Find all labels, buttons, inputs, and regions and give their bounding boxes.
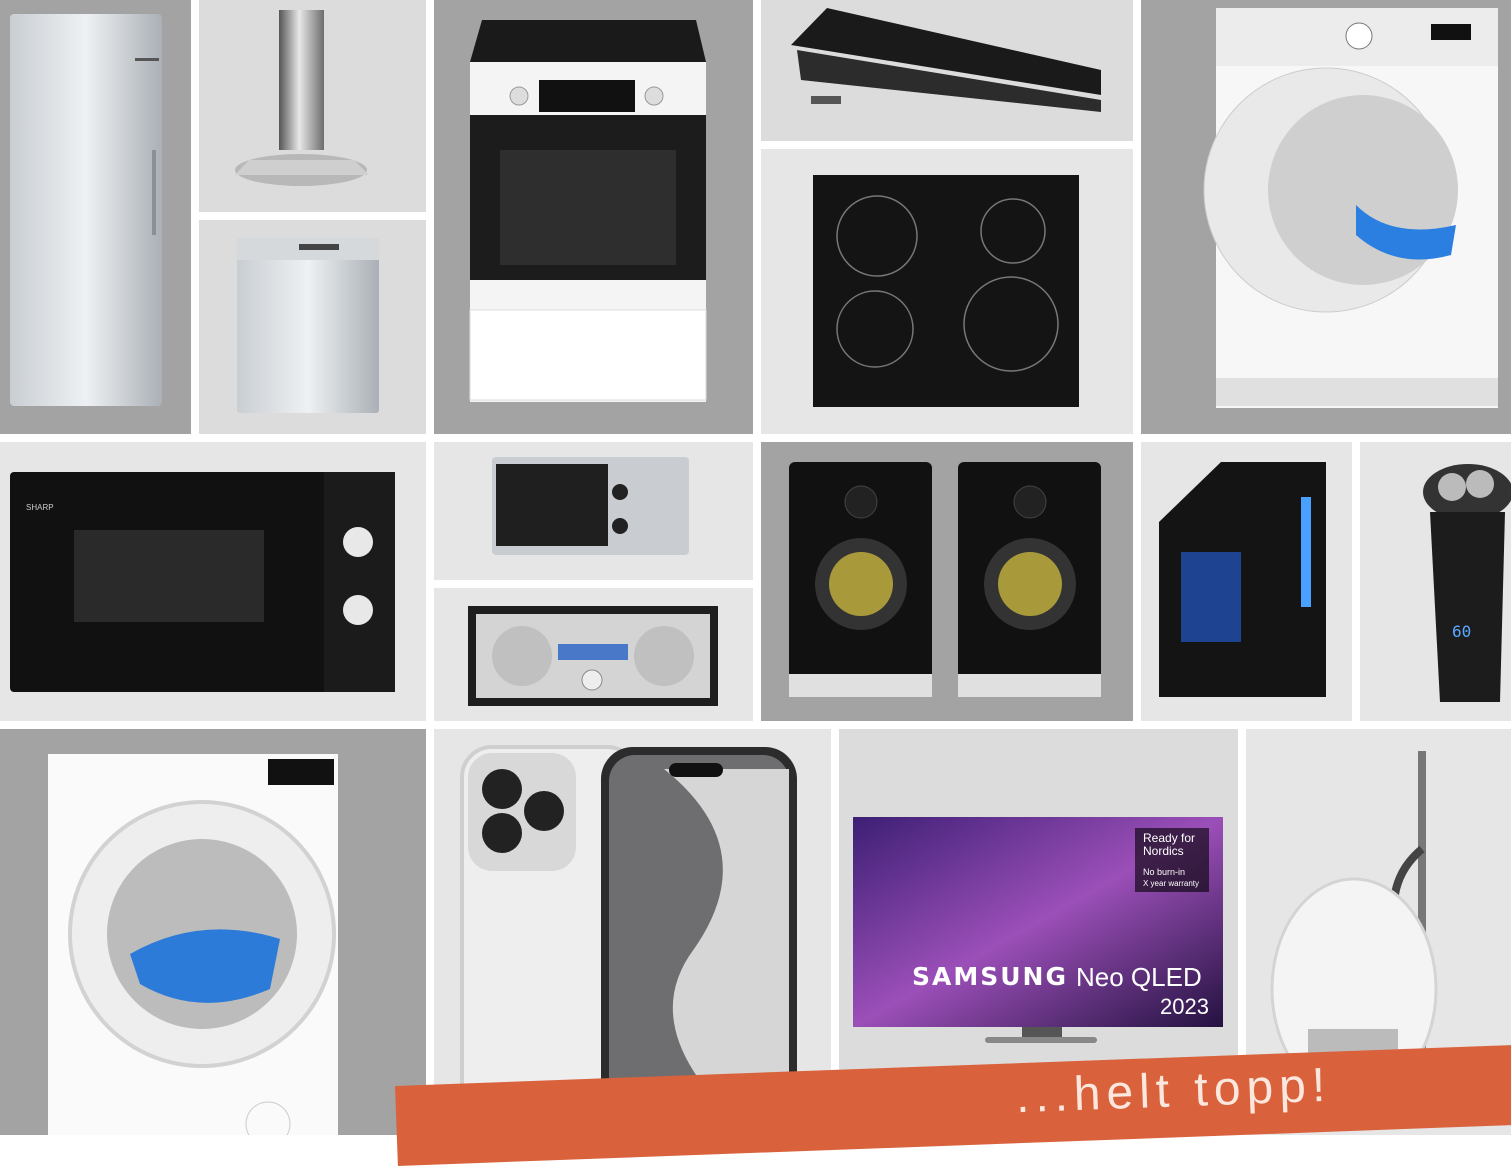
radio-image (468, 606, 718, 706)
speakers-image (789, 462, 1101, 697)
shaver-tile (1360, 442, 1511, 721)
cooker-image (469, 20, 707, 402)
microwave-large-tile: SHARP (0, 442, 426, 721)
tv-year-text: 2023 (1160, 994, 1209, 1019)
microwave-small-image (492, 457, 689, 555)
dishwasher-image (237, 238, 379, 413)
tv-badge-line-2: Nordics (1143, 844, 1184, 858)
washing-machine-tile (0, 729, 426, 1135)
tv-brand-text: SAMSUNG (912, 962, 1068, 991)
microwave-large-image: SHARP (10, 472, 395, 692)
tv-badge-line-4: X year warranty (1143, 879, 1200, 888)
shaver-image (1423, 464, 1511, 702)
cooker-tile (434, 0, 753, 434)
fridge-tile (0, 0, 191, 434)
tv-badge: Ready for Nordics No burn-in X year warr… (1135, 828, 1209, 892)
svg-text:SHARP: SHARP (26, 503, 54, 512)
shaver-display: 60 (1452, 622, 1472, 641)
promo-banner-text: ...helt topp! (1014, 1058, 1333, 1124)
radio-tile (434, 588, 753, 721)
induction-hob-tile (761, 149, 1133, 434)
dryer-image (1203, 8, 1498, 408)
gaming-pc-tile (1141, 442, 1352, 721)
speakers-tile (761, 442, 1133, 721)
gaming-pc-image (1159, 462, 1326, 697)
tv-model-text: Neo QLED (1076, 962, 1202, 992)
slide-out-hood-image (791, 8, 1101, 112)
microwave-small-tile (434, 442, 753, 580)
fridge-image (10, 14, 162, 406)
dishwasher-tile (199, 220, 426, 434)
slide-out-hood-tile (761, 0, 1133, 141)
washing-machine-image (48, 754, 338, 1135)
range-hood-tile (199, 0, 426, 212)
induction-hob-image (813, 175, 1079, 407)
range-hood-image (235, 10, 369, 186)
dryer-tile (1141, 0, 1511, 434)
